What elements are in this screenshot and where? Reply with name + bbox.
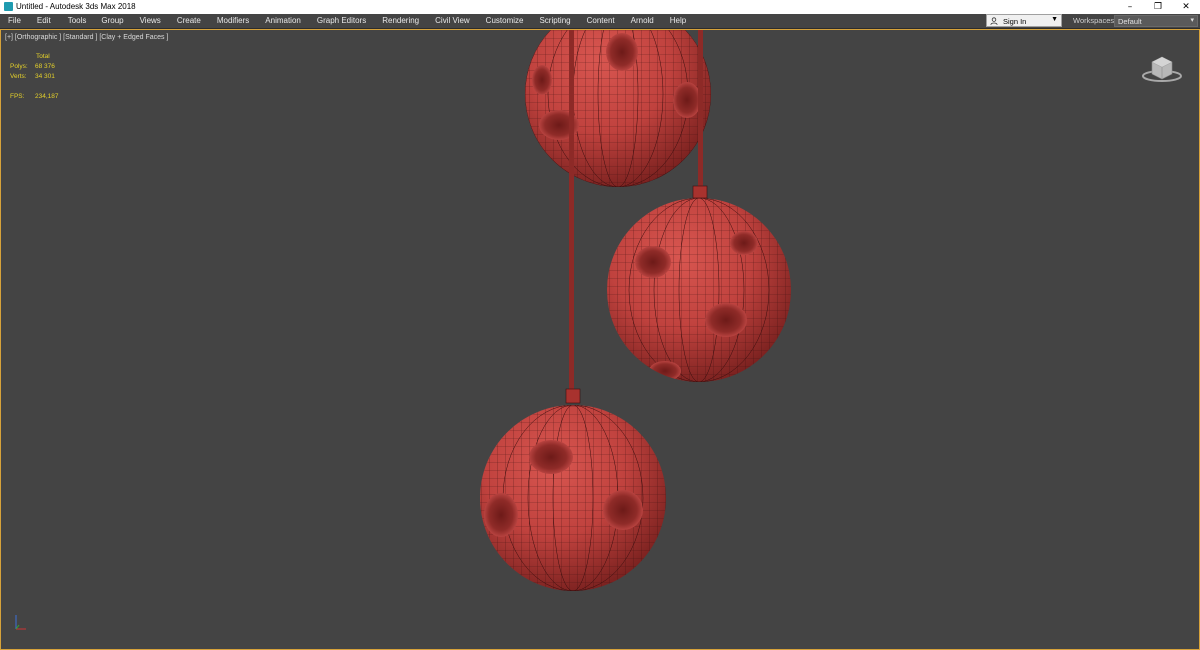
menu-group[interactable]: Group xyxy=(101,14,123,28)
title-bar: Untitled - Autodesk 3ds Max 2018 – ❐ ✕ xyxy=(0,0,1200,14)
workspaces-select[interactable]: Default ▾ xyxy=(1114,15,1198,27)
menu-tools[interactable]: Tools xyxy=(68,14,87,28)
menu-file[interactable]: File xyxy=(8,14,21,28)
stats-header: Total xyxy=(36,53,50,60)
cap-right xyxy=(692,185,708,199)
cord-left xyxy=(569,30,574,392)
sign-in-label: Sign In xyxy=(1003,17,1027,26)
verts-value: 34 301 xyxy=(35,73,55,80)
viewport-label[interactable]: [+] [Orthographic ] [Standard ] [Clay + … xyxy=(5,34,168,41)
menu-civil-view[interactable]: Civil View xyxy=(435,14,470,28)
menu-animation[interactable]: Animation xyxy=(265,14,301,28)
polys-value: 68 376 xyxy=(35,63,55,70)
menu-scripting[interactable]: Scripting xyxy=(539,14,570,28)
sign-in-dropdown[interactable]: Sign In ▼ xyxy=(986,14,1062,27)
verts-label: Verts: xyxy=(10,73,27,80)
minimize-button[interactable]: – xyxy=(1116,0,1144,14)
cap-bottom xyxy=(565,388,581,404)
pendant-middle xyxy=(607,198,791,382)
axis-gizmo-icon xyxy=(15,615,26,630)
caret-down-icon: ▼ xyxy=(1051,16,1058,23)
viewcube-icon[interactable] xyxy=(1141,52,1187,86)
workspaces-label: Workspaces: xyxy=(1073,16,1117,25)
scene-render xyxy=(480,30,791,591)
app-icon xyxy=(4,2,13,11)
restore-button[interactable]: ❐ xyxy=(1144,0,1172,14)
chevron-down-icon: ▾ xyxy=(1190,17,1194,24)
menu-views[interactable]: Views xyxy=(140,14,161,28)
pendant-top xyxy=(525,30,711,187)
close-button[interactable]: ✕ xyxy=(1172,0,1200,14)
menu-modifiers[interactable]: Modifiers xyxy=(217,14,249,28)
cord-right xyxy=(698,30,703,190)
pendant-bottom xyxy=(480,405,666,591)
perspective-viewport[interactable]: [+] [Orthographic ] [Standard ] [Clay + … xyxy=(0,29,1200,650)
menu-arnold[interactable]: Arnold xyxy=(631,14,654,28)
polys-label: Polys: xyxy=(10,63,28,70)
user-icon xyxy=(990,17,998,25)
menu-graph-editors[interactable]: Graph Editors xyxy=(317,14,366,28)
menu-edit[interactable]: Edit xyxy=(37,14,51,28)
fps-value: 234,187 xyxy=(35,93,59,100)
menu-rendering[interactable]: Rendering xyxy=(382,14,419,28)
main-menu: File Edit Tools Group Views Create Modif… xyxy=(0,14,686,28)
window-title: Untitled - Autodesk 3ds Max 2018 xyxy=(16,2,136,11)
fps-label: FPS: xyxy=(10,93,25,100)
menu-create[interactable]: Create xyxy=(177,14,201,28)
menu-content[interactable]: Content xyxy=(587,14,615,28)
window-controls: – ❐ ✕ xyxy=(1116,0,1200,14)
menu-customize[interactable]: Customize xyxy=(486,14,524,28)
menu-help[interactable]: Help xyxy=(670,14,686,28)
workspaces-value: Default xyxy=(1118,17,1142,26)
